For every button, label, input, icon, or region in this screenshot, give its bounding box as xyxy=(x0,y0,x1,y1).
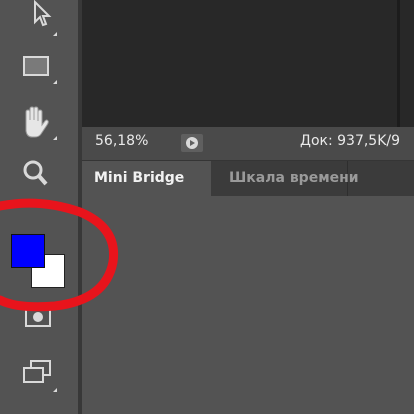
document-size-info: Док: 937,5K/9 xyxy=(300,133,401,149)
tab-mini-bridge[interactable]: Mini Bridge xyxy=(82,161,211,196)
panel-tab-bar: Mini Bridge Шкала времени xyxy=(82,161,414,196)
quick-mask-icon[interactable] xyxy=(14,302,62,342)
status-menu-button[interactable] xyxy=(181,134,203,152)
screen-mode-icon[interactable] xyxy=(14,356,62,396)
mini-bridge-panel xyxy=(82,196,414,414)
status-bar: 56,18% Док: 937,5K/9 xyxy=(82,127,414,161)
tab-timeline[interactable]: Шкала времени xyxy=(211,161,359,196)
hand-icon[interactable] xyxy=(14,104,62,144)
rectangle-icon[interactable] xyxy=(14,48,62,88)
tools-panel xyxy=(0,0,78,414)
canvas-area[interactable] xyxy=(82,0,414,127)
status-arrow-icon xyxy=(186,137,198,149)
move-arrow-icon[interactable] xyxy=(14,0,62,40)
scrollbar-track[interactable] xyxy=(397,0,400,127)
zoom-magnifier-icon[interactable] xyxy=(14,156,62,196)
foreground-color-swatch[interactable] xyxy=(11,234,45,268)
zoom-level[interactable]: 56,18% xyxy=(95,133,148,149)
